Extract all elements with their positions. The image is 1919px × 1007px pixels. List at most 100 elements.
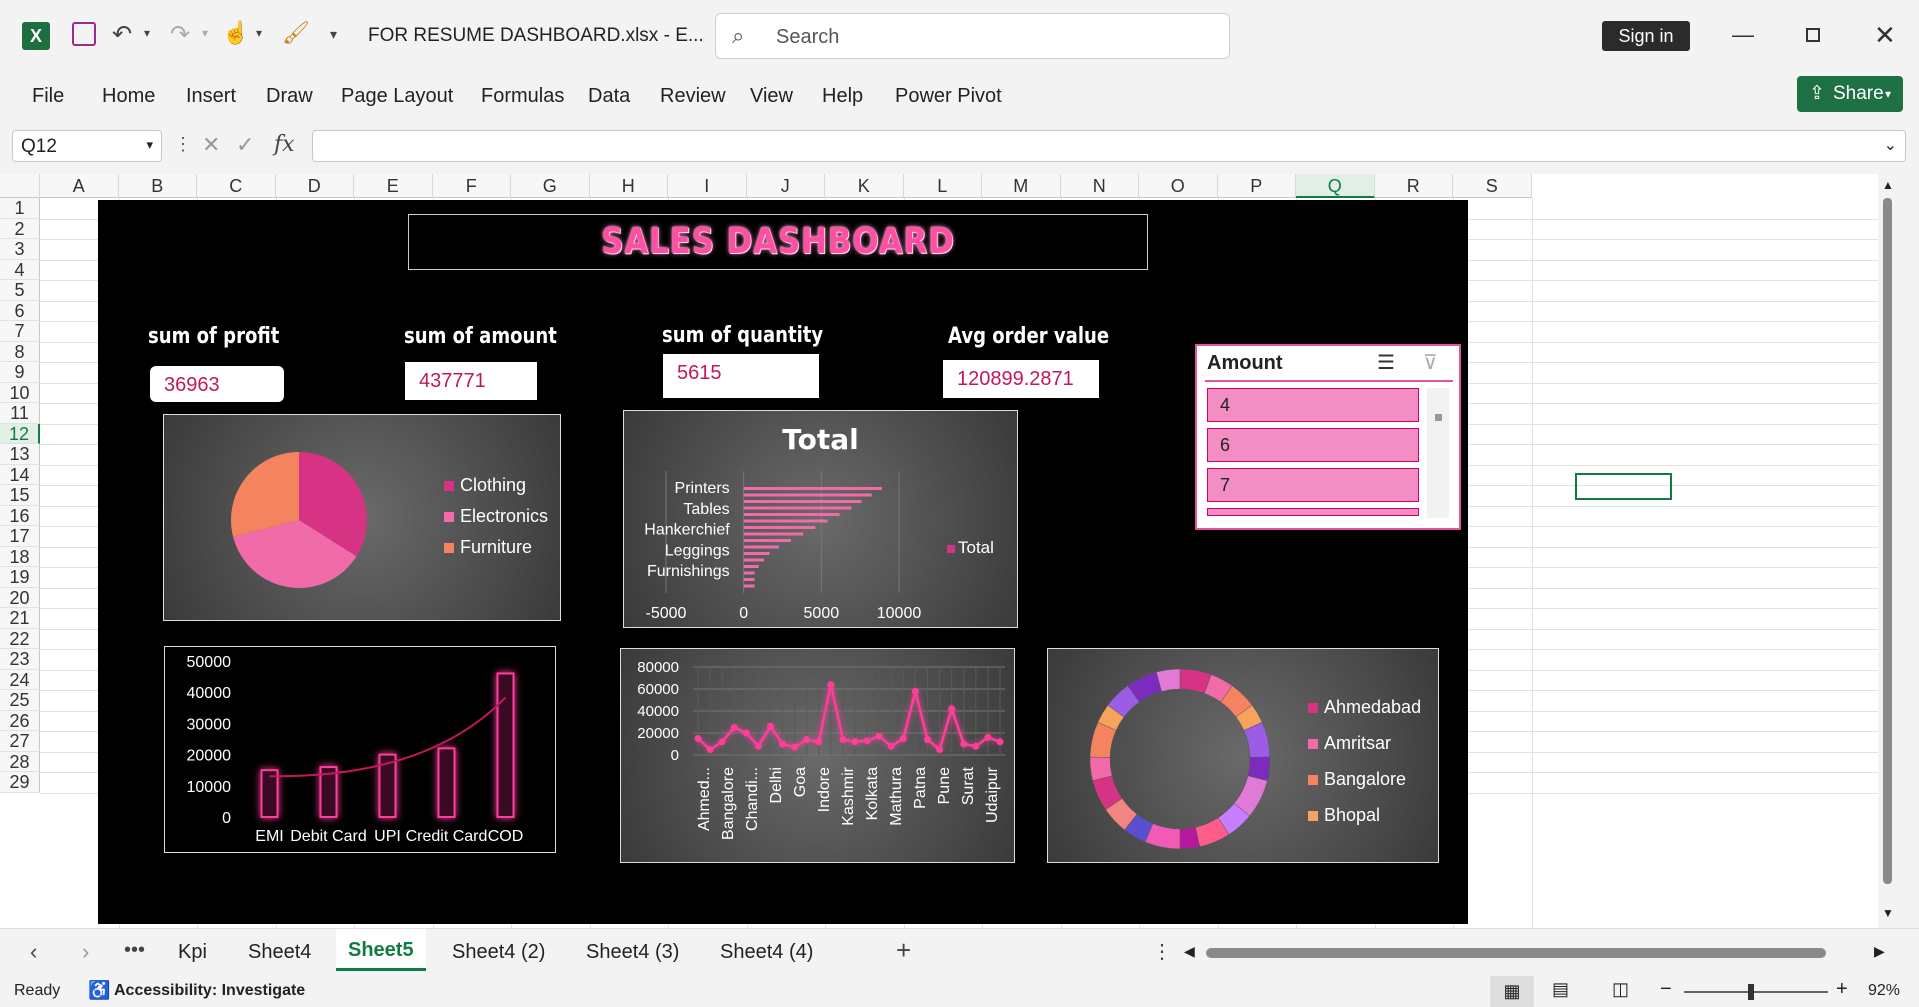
redo-icon[interactable]: ↷ xyxy=(170,20,190,49)
active-cell[interactable] xyxy=(1575,473,1672,500)
scroll-right-icon[interactable]: ▶ xyxy=(1874,943,1885,960)
column-header-l[interactable]: L xyxy=(903,174,982,198)
row-header-6[interactable]: 6 xyxy=(0,300,40,321)
more-options-icon[interactable]: ⋮ xyxy=(174,134,192,155)
slicer-item-partial[interactable] xyxy=(1207,508,1419,516)
next-sheet-icon[interactable]: › xyxy=(82,939,89,965)
format-painter-icon[interactable]: 🖌 xyxy=(282,20,310,46)
column-header-n[interactable]: N xyxy=(1060,174,1139,198)
name-box[interactable]: Q12 ▾ xyxy=(12,130,162,162)
column-header-k[interactable]: K xyxy=(825,174,904,198)
column-header-a[interactable]: A xyxy=(40,174,119,198)
undo-dropdown-icon[interactable]: ▾ xyxy=(144,26,150,40)
more-sheets-icon[interactable]: ••• xyxy=(124,939,145,962)
column-header-o[interactable]: O xyxy=(1139,174,1218,198)
sheet-tab-sheet4-4[interactable]: Sheet4 (4) xyxy=(720,941,813,964)
sheet-tab-sheet5-active[interactable]: Sheet5 xyxy=(336,929,426,971)
slicer-item[interactable]: 7 xyxy=(1207,468,1419,502)
row-header-8[interactable]: 8 xyxy=(0,341,40,362)
sheet-tab-kpi[interactable]: Kpi xyxy=(178,941,207,964)
multi-select-icon[interactable]: ☰ xyxy=(1377,350,1395,375)
column-header-g[interactable]: G xyxy=(511,174,590,198)
column-header-f[interactable]: F xyxy=(432,174,511,198)
tab-help[interactable]: Help xyxy=(822,85,863,108)
zoom-slider-thumb[interactable] xyxy=(1748,984,1754,1000)
horizontal-scrollbar[interactable]: ◀ ▶ xyxy=(1184,943,1885,963)
row-header-19[interactable]: 19 xyxy=(0,567,40,588)
line-chart-city[interactable]: 80000 60000 40000 20000 0 Ahmed... Bangalore Ch… xyxy=(620,648,1015,863)
zoom-slider[interactable] xyxy=(1684,984,1828,1000)
slicer-item[interactable]: 4 xyxy=(1207,388,1419,422)
row-header-25[interactable]: 25 xyxy=(0,690,40,711)
row-header-7[interactable]: 7 xyxy=(0,321,40,342)
column-header-q[interactable]: Q xyxy=(1296,174,1375,198)
sheet-tab-sheet4-2[interactable]: Sheet4 (2) xyxy=(452,941,545,964)
accessibility-icon[interactable]: ♿ xyxy=(88,980,110,1001)
share-button[interactable]: ⇪ Share ▾ xyxy=(1797,76,1903,112)
tab-page-layout[interactable]: Page Layout xyxy=(341,85,453,108)
confirm-entry-icon[interactable]: ✓ xyxy=(236,132,254,158)
accessibility-status[interactable]: Accessibility: Investigate xyxy=(114,982,305,1000)
tab-draw[interactable]: Draw xyxy=(266,85,313,108)
bar-chart-payment[interactable]: 50000 40000 30000 20000 10000 0 EMI Debit Card U… xyxy=(164,646,556,853)
search-box[interactable]: ⌕ Search xyxy=(715,13,1230,59)
select-all-corner[interactable] xyxy=(0,174,40,198)
page-break-view-icon[interactable]: ◫ xyxy=(1612,979,1629,1000)
row-header-20[interactable]: 20 xyxy=(0,587,40,608)
row-header-21[interactable]: 21 xyxy=(0,608,40,629)
scroll-up-icon[interactable]: ▲ xyxy=(1882,178,1894,192)
tab-home[interactable]: Home xyxy=(102,85,155,108)
column-header-s[interactable]: S xyxy=(1453,174,1532,198)
normal-view-icon[interactable]: ▦ xyxy=(1490,976,1534,1007)
close-icon[interactable]: ✕ xyxy=(1874,20,1896,51)
column-header-i[interactable]: I xyxy=(668,174,747,198)
row-header-10[interactable]: 10 xyxy=(0,382,40,403)
row-header-12[interactable]: 12 xyxy=(0,423,40,444)
row-header-24[interactable]: 24 xyxy=(0,669,40,690)
sheet-tab-sheet4-3[interactable]: Sheet4 (3) xyxy=(586,941,679,964)
row-header-27[interactable]: 27 xyxy=(0,731,40,752)
column-header-m[interactable]: M xyxy=(982,174,1061,198)
prev-sheet-icon[interactable]: ‹ xyxy=(30,939,37,965)
row-header-9[interactable]: 9 xyxy=(0,362,40,383)
row-header-5[interactable]: 5 xyxy=(0,280,40,301)
column-header-b[interactable]: B xyxy=(118,174,197,198)
redo-dropdown-icon[interactable]: ▾ xyxy=(202,26,208,40)
amount-slicer[interactable]: Amount ☰ ⊽ 4 6 7 xyxy=(1195,344,1461,530)
vertical-scrollbar[interactable]: ▲ ▼ xyxy=(1878,174,1898,928)
row-header-28[interactable]: 28 xyxy=(0,751,40,772)
zoom-level[interactable]: 92% xyxy=(1868,982,1900,1000)
row-header-17[interactable]: 17 xyxy=(0,526,40,547)
column-header-p[interactable]: P xyxy=(1217,174,1296,198)
row-header-1[interactable]: 1 xyxy=(0,198,40,219)
touch-mode-icon[interactable]: ☝ xyxy=(222,20,249,46)
namebox-dropdown-icon[interactable]: ▾ xyxy=(146,137,153,153)
row-header-26[interactable]: 26 xyxy=(0,710,40,731)
row-header-22[interactable]: 22 xyxy=(0,628,40,649)
formula-expand-icon[interactable]: ⌄ xyxy=(1884,135,1897,155)
tab-data[interactable]: Data xyxy=(588,85,630,108)
bar-chart-total[interactable]: Total -5000 0 5000 10000 Printers Tables Hanke… xyxy=(623,410,1018,628)
add-sheet-icon[interactable]: + xyxy=(896,935,911,966)
column-header-c[interactable]: C xyxy=(197,174,276,198)
tab-review[interactable]: Review xyxy=(660,85,726,108)
row-header-4[interactable]: 4 xyxy=(0,259,40,280)
save-icon[interactable] xyxy=(72,22,96,46)
page-layout-view-icon[interactable]: ▤ xyxy=(1552,979,1569,1000)
row-header-29[interactable]: 29 xyxy=(0,772,40,793)
row-header-3[interactable]: 3 xyxy=(0,239,40,260)
slicer-scroll-thumb[interactable] xyxy=(1435,414,1442,421)
row-header-11[interactable]: 11 xyxy=(0,403,40,424)
customize-toolbar-icon[interactable]: ▾ xyxy=(330,26,337,43)
pie-chart-category[interactable]: Clothing Electronics Furniture xyxy=(163,414,561,621)
tab-insert[interactable]: Insert xyxy=(186,85,236,108)
column-header-d[interactable]: D xyxy=(275,174,354,198)
row-header-18[interactable]: 18 xyxy=(0,546,40,567)
column-header-e[interactable]: E xyxy=(354,174,433,198)
formula-input[interactable]: ⌄ xyxy=(312,130,1906,162)
tab-view[interactable]: View xyxy=(750,85,793,108)
restore-icon[interactable] xyxy=(1806,28,1820,42)
scroll-left-icon[interactable]: ◀ xyxy=(1184,943,1195,960)
row-header-16[interactable]: 16 xyxy=(0,505,40,526)
vertical-scroll-thumb[interactable] xyxy=(1883,198,1892,884)
